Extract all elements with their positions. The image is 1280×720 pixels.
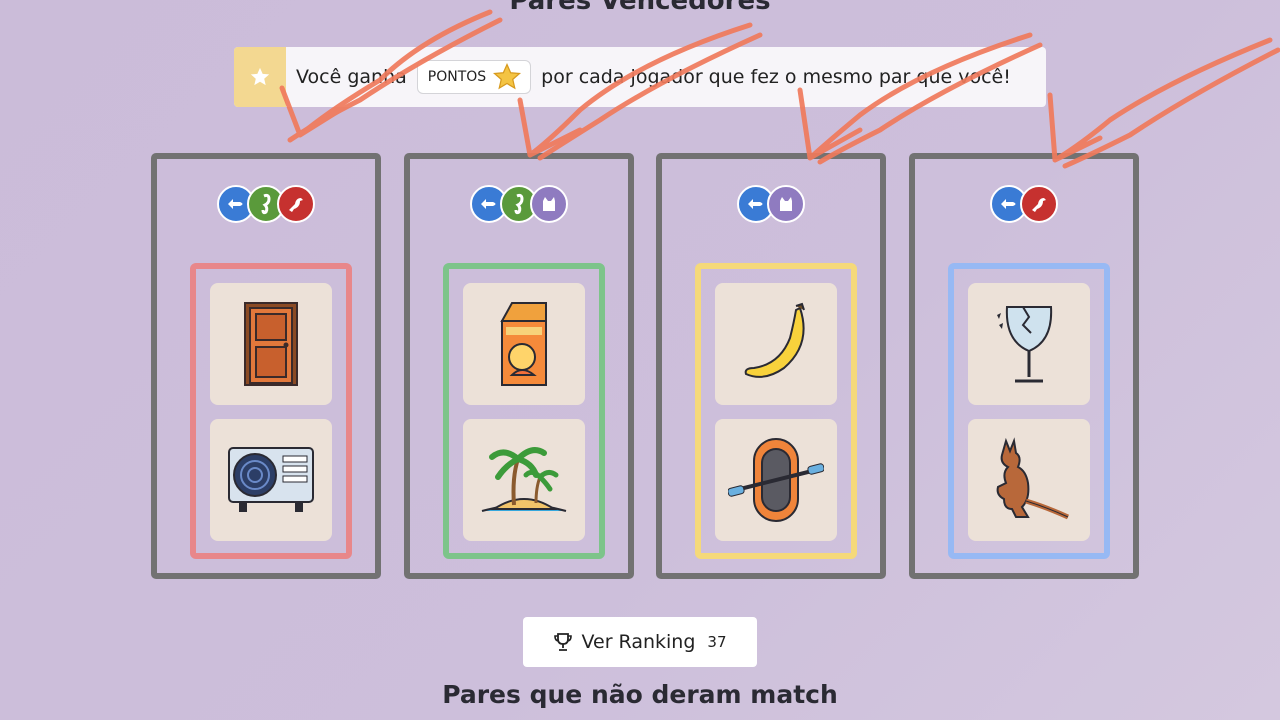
door-icon (210, 283, 332, 405)
star-icon (234, 47, 286, 107)
winning-pair-card (909, 153, 1139, 579)
player-avatars (410, 185, 628, 223)
points-banner: Você ganha PONTOS por cada jogador que f… (234, 47, 1046, 107)
banana-icon (715, 283, 837, 405)
cat-avatar-icon (530, 185, 568, 223)
player-avatars (662, 185, 880, 223)
points-label: PONTOS (427, 69, 487, 85)
gold-star-icon (493, 62, 522, 90)
winning-pair-card (656, 153, 886, 579)
winning-pair-card (151, 153, 381, 579)
player-avatars (915, 185, 1133, 223)
points-pill: PONTOS (416, 60, 532, 94)
pair-frame (443, 263, 605, 559)
banner-text-before: Você ganha (296, 66, 407, 88)
player-avatars (157, 185, 375, 223)
bird-avatar-icon (1020, 185, 1058, 223)
juice-carton-icon (463, 283, 585, 405)
air-conditioner-icon (210, 419, 332, 541)
bird-avatar-icon (277, 185, 315, 223)
ver-ranking-button[interactable]: Ver Ranking 37 (523, 617, 757, 667)
pair-frame (695, 263, 857, 559)
raft-icon (715, 419, 837, 541)
ranking-label: Ver Ranking (581, 631, 696, 653)
ranking-count: 37 (707, 633, 727, 651)
palm-island-icon (463, 419, 585, 541)
page-title: Pares Vencedores (509, 0, 771, 16)
trophy-icon (554, 633, 573, 651)
winning-pair-card (404, 153, 634, 579)
pair-frame (190, 263, 352, 559)
banner-text-after: por cada jogador que fez o mesmo par que… (541, 66, 1011, 88)
broken-glass-icon (968, 283, 1090, 405)
pair-frame (948, 263, 1110, 559)
kangaroo-icon (968, 419, 1090, 541)
section-subtitle: Pares que não deram match (442, 680, 838, 709)
cat-avatar-icon (767, 185, 805, 223)
